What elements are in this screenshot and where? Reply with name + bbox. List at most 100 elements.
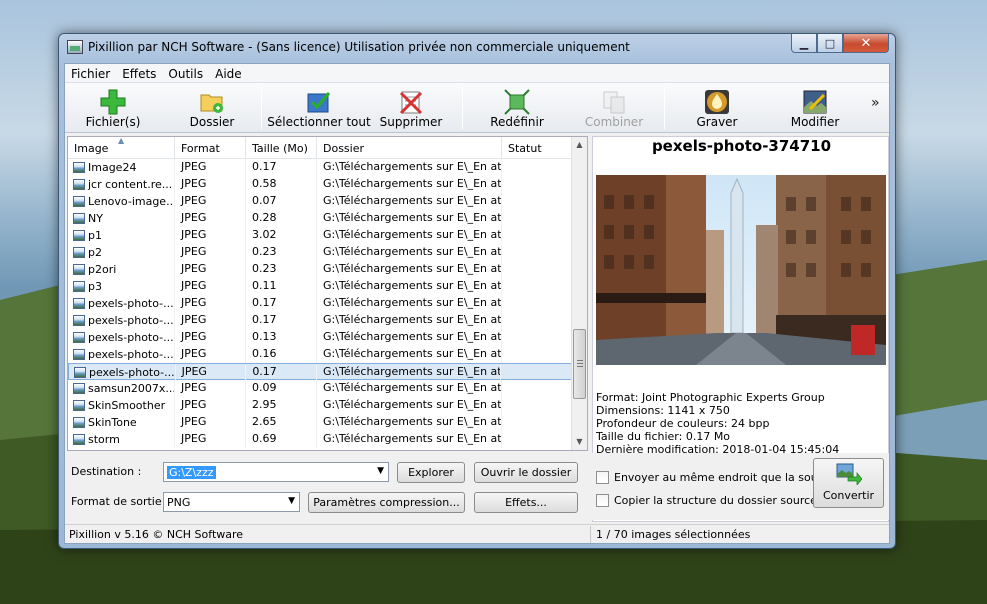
column-header-status[interactable]: Statut — [502, 137, 573, 159]
edit-label: Modifier — [790, 115, 840, 129]
output-settings: Destination : G:\Z\zzz ▼ Explorer Ouvrir… — [67, 453, 588, 520]
scroll-down-icon[interactable]: ▼ — [572, 434, 587, 450]
table-row[interactable]: pexels-photo-... JPEG 0.16 G:\Téléchargemen… — [68, 346, 573, 363]
cell-name-text: storm — [88, 432, 120, 446]
cell-name-text: p2 — [88, 245, 102, 259]
scroll-up-icon[interactable]: ▲ — [572, 137, 587, 153]
preview-title: pexels-photo-374710 — [651, 137, 832, 155]
app-icon — [67, 40, 83, 54]
cell-name-text: NY — [88, 211, 103, 225]
effects-button[interactable]: Effets... — [474, 492, 578, 513]
column-header-folder[interactable]: Dossier — [317, 137, 502, 159]
output-format-select[interactable]: PNG ▼ — [163, 492, 300, 512]
table-row[interactable]: storm JPEG 0.69 G:\Téléchargements sur E\_E… — [68, 431, 573, 448]
table-row[interactable]: p1 JPEG 3.02 G:\Téléchargements sur E\_En a… — [68, 227, 573, 244]
cell-folder: G:\Téléchargements sur E\_En at... — [317, 380, 502, 397]
menu-bar: Fichier Effets Outils Aide — [65, 64, 889, 83]
cell-format: JPEG — [175, 431, 246, 448]
destination-combo[interactable]: G:\Z\zzz ▼ — [163, 462, 389, 482]
burn-label: Graver — [696, 115, 738, 129]
meta-color-depth: Profondeur de couleurs: 24 bpp — [596, 417, 770, 430]
cell-format: JPEG — [175, 329, 246, 346]
app-window: Pixillion par NCH Software - (Sans licen… — [58, 33, 896, 549]
status-version: Pixillion v 5.16 © NCH Software — [69, 528, 244, 541]
table-row[interactable]: p2 JPEG 0.23 G:\Téléchargements sur E\_En a… — [68, 244, 573, 261]
cell-size: 0.16 — [246, 346, 317, 363]
cell-size: 0.09 — [246, 380, 317, 397]
edit-button[interactable]: Modifier — [783, 83, 847, 133]
cell-size: 0.69 — [246, 431, 317, 448]
compression-settings-button[interactable]: Paramètres compression... — [308, 492, 465, 513]
menu-outils[interactable]: Outils — [162, 64, 209, 82]
cell-name: SkinSmoother — [68, 397, 175, 414]
convert-button[interactable]: Convertir — [813, 458, 884, 508]
explore-button[interactable]: Explorer — [397, 462, 465, 483]
cell-format: JPEG — [175, 193, 246, 210]
table-row[interactable]: samsun2007x... JPEG 0.09 G:\Téléchargements… — [68, 380, 573, 397]
image-list[interactable]: ▲ Image Format Taille (Mo) Dossier Statu… — [67, 136, 588, 451]
table-row[interactable]: p2ori JPEG 0.23 G:\Téléchargements sur E\_E… — [68, 261, 573, 278]
add-folder-button[interactable]: Dossier — [177, 83, 247, 133]
list-rows: Image24 JPEG 0.17 G:\Téléchargements sur E\… — [68, 159, 573, 448]
cell-status — [502, 346, 573, 363]
table-row[interactable]: NY JPEG 0.28 G:\Téléchargements sur E\_En a… — [68, 210, 573, 227]
cell-name: Image24 — [68, 159, 175, 176]
table-row[interactable]: pexels-photo-... JPEG 0.13 G:\Téléchargemen… — [68, 329, 573, 346]
cell-name-text: samsun2007x... — [88, 381, 175, 395]
column-header-size[interactable]: Taille (Mo) — [246, 137, 317, 159]
column-header-format[interactable]: Format — [175, 137, 246, 159]
resize-button[interactable]: Redéfinir — [483, 83, 551, 133]
image-file-icon — [73, 213, 85, 224]
cell-name-text: pexels-photo-... — [89, 365, 175, 379]
scroll-thumb[interactable] — [573, 329, 586, 399]
cell-status — [502, 278, 573, 295]
cell-name-text: p2ori — [88, 262, 117, 276]
menu-effets[interactable]: Effets — [116, 64, 162, 82]
close-button[interactable]: ✕ — [843, 34, 889, 53]
add-files-button[interactable]: Fichier(s) — [69, 83, 157, 133]
table-row[interactable]: pexels-photo-... JPEG 0.17 G:\Téléchargemen… — [68, 295, 573, 312]
menu-fichier[interactable]: Fichier — [65, 64, 116, 82]
status-bar: Pixillion v 5.16 © NCH Software 1 / 70 i… — [65, 524, 889, 543]
table-row[interactable]: pexels-photo-... JPEG 0.17 G:\Téléchargemen… — [68, 312, 573, 329]
select-all-button[interactable]: Sélectionner tout — [267, 83, 371, 133]
destination-label: Destination : — [71, 465, 142, 478]
copy-structure-checkbox[interactable] — [596, 494, 609, 507]
cell-status — [502, 295, 573, 312]
table-row[interactable]: pexels-photo-... JPEG 0.17 G:\Téléchargemen… — [68, 363, 573, 381]
minimize-button[interactable]: ▁ — [791, 34, 817, 53]
cell-name-text: pexels-photo-... — [88, 347, 174, 361]
title-bar[interactable]: Pixillion par NCH Software - (Sans licen… — [59, 34, 895, 62]
table-row[interactable]: SkinSmoother JPEG 2.95 G:\Téléchargements s… — [68, 397, 573, 414]
chevron-down-icon: ▼ — [288, 496, 295, 506]
list-scrollbar[interactable]: ▲ ▼ — [571, 137, 587, 450]
menu-aide[interactable]: Aide — [209, 64, 248, 82]
destination-value: G:\Z\zzz — [167, 466, 216, 479]
cell-folder: G:\Téléchargements sur E\_En at... — [317, 397, 502, 414]
close-icon: ✕ — [860, 35, 872, 51]
table-row[interactable]: p3 JPEG 0.11 G:\Téléchargements sur E\_En a… — [68, 278, 573, 295]
table-row[interactable]: Lenovo-image... JPEG 0.07 G:\Téléchargement… — [68, 193, 573, 210]
maximize-button[interactable]: □ — [817, 34, 843, 53]
maximize-icon: □ — [824, 36, 836, 50]
image-file-icon — [73, 196, 85, 207]
resize-label: Redéfinir — [490, 115, 544, 129]
table-row[interactable]: Image24 JPEG 0.17 G:\Téléchargements sur E\… — [68, 159, 573, 176]
open-folder-button[interactable]: Ouvrir le dossier — [474, 462, 578, 483]
image-metadata: Format: Joint Photographic Experts Group… — [596, 391, 886, 456]
table-row[interactable]: jcr content.re... JPEG 0.58 G:\Téléchargeme… — [68, 176, 573, 193]
chevron-right-double-icon[interactable]: » — [871, 95, 880, 111]
same-place-checkbox[interactable] — [596, 471, 609, 484]
burn-disc-icon — [705, 90, 729, 114]
resize-icon — [504, 89, 530, 115]
delete-button[interactable]: Supprimer — [379, 83, 443, 133]
burn-button[interactable]: Graver — [687, 83, 747, 133]
cell-size: 0.23 — [246, 244, 317, 261]
table-row[interactable]: SkinTone JPEG 2.65 G:\Téléchargements sur E… — [68, 414, 573, 431]
cell-format: JPEG — [175, 244, 246, 261]
select-all-icon — [307, 92, 331, 113]
cell-status — [502, 397, 573, 414]
column-header-image[interactable]: ▲ Image — [68, 136, 175, 159]
plus-icon — [100, 89, 126, 115]
cell-format: JPEG — [175, 159, 246, 176]
